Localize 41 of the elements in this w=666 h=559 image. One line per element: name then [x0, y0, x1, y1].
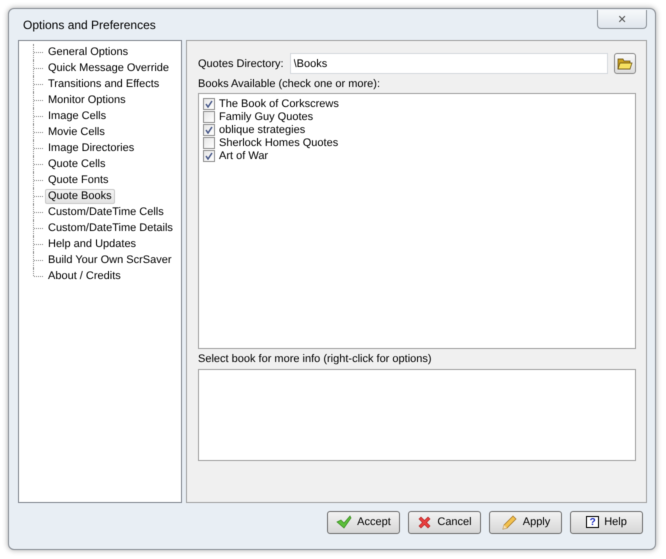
- tree-item[interactable]: About / Credits: [45, 268, 124, 284]
- tree-item[interactable]: Quote Cells: [45, 156, 108, 172]
- tree-item[interactable]: Image Directories: [45, 140, 138, 156]
- books-label: Books Available (check one or more):: [198, 78, 381, 90]
- folder-icon: [617, 56, 633, 70]
- book-label: Sherlock Homes Quotes: [219, 136, 338, 148]
- checkbox[interactable]: [203, 98, 215, 110]
- checkbox[interactable]: [203, 150, 215, 162]
- checkbox[interactable]: [203, 136, 215, 148]
- tree-item[interactable]: Movie Cells: [45, 124, 108, 140]
- tree-item[interactable]: Quick Message Override: [45, 60, 172, 76]
- cross-icon: [417, 514, 432, 530]
- tree-item[interactable]: Monitor Options: [45, 92, 129, 108]
- tree-item[interactable]: Custom/DateTime Cells: [45, 204, 167, 220]
- tree-item[interactable]: Quote Fonts: [45, 172, 112, 188]
- tree-item[interactable]: Custom/DateTime Details: [45, 220, 176, 236]
- checkbox[interactable]: [203, 110, 215, 122]
- tree-item[interactable]: Help and Updates: [45, 236, 140, 252]
- tree-item[interactable]: Transitions and Effects: [45, 76, 162, 92]
- directory-field[interactable]: \Books: [290, 53, 608, 74]
- help-button[interactable]: ? Help: [570, 510, 643, 534]
- info-label: Select book for more info (right-click for options): [198, 353, 433, 365]
- apply-button[interactable]: Apply: [489, 510, 562, 534]
- help-icon: ?: [586, 516, 600, 528]
- tree-item[interactable]: Image Cells: [45, 108, 110, 124]
- checkbox[interactable]: [203, 124, 215, 136]
- book-label: Art of War: [219, 150, 268, 162]
- checkmark-icon: [336, 515, 352, 529]
- book-label: The Book of Corkscrews: [219, 98, 339, 110]
- book-label: oblique strategies: [219, 124, 306, 136]
- tree-item[interactable]: Quote Books: [45, 188, 115, 204]
- tree-item[interactable]: General Options: [45, 44, 132, 60]
- pencil-icon: [500, 514, 518, 530]
- tree-item[interactable]: Build Your Own ScrSaver: [45, 252, 175, 268]
- close-button[interactable]: ✕: [597, 10, 647, 29]
- directory-label: Quotes Directory:: [198, 58, 284, 70]
- cancel-button[interactable]: Cancel: [408, 510, 481, 534]
- book-label: Family Guy Quotes: [219, 110, 314, 122]
- browse-button[interactable]: [614, 53, 636, 74]
- accept-button[interactable]: Accept: [327, 510, 400, 534]
- window-title: Options and Preferences: [22, 18, 156, 32]
